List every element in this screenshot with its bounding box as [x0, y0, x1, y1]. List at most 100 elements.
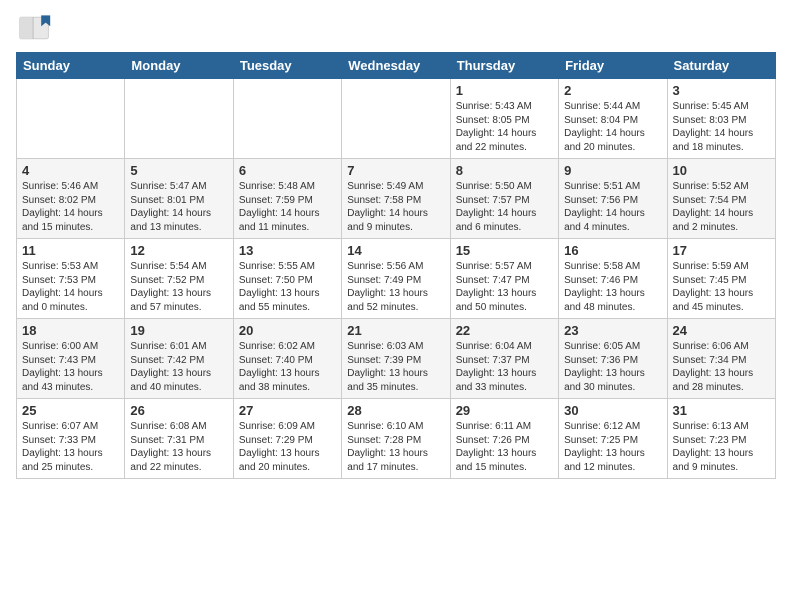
cell-info: Sunrise: 5:59 AM Sunset: 7:45 PM Dayligh…	[673, 260, 770, 314]
cell-date: 21	[347, 323, 444, 338]
calendar-cell: 9Sunrise: 5:51 AM Sunset: 7:56 PM Daylig…	[559, 159, 667, 239]
cell-date: 11	[22, 243, 119, 258]
cell-date: 16	[564, 243, 661, 258]
day-header-wednesday: Wednesday	[342, 53, 450, 79]
cell-info: Sunrise: 6:11 AM Sunset: 7:26 PM Dayligh…	[456, 420, 553, 474]
cell-date: 15	[456, 243, 553, 258]
cell-date: 29	[456, 403, 553, 418]
calendar-body: 1Sunrise: 5:43 AM Sunset: 8:05 PM Daylig…	[17, 79, 776, 479]
day-header-friday: Friday	[559, 53, 667, 79]
week-row-3: 18Sunrise: 6:00 AM Sunset: 7:43 PM Dayli…	[17, 319, 776, 399]
calendar-cell: 12 Sunrise: 5:54 AM Sunset: 7:52 PM Dayli…	[125, 239, 233, 319]
cell-info: Sunrise: 5:48 AM Sunset: 7:59 PM Dayligh…	[239, 180, 336, 234]
calendar-cell: 19Sunrise: 6:01 AM Sunset: 7:42 PM Dayli…	[125, 319, 233, 399]
calendar-header: SundayMondayTuesdayWednesdayThursdayFrid…	[17, 53, 776, 79]
calendar-cell: 17 Sunrise: 5:59 AM Sunset: 7:45 PM Dayli…	[667, 239, 775, 319]
cell-date: 25	[22, 403, 119, 418]
cell-info: Sunrise: 5:56 AM Sunset: 7:49 PM Dayligh…	[347, 260, 444, 314]
cell-info: Sunrise: 5:49 AM Sunset: 7:58 PM Dayligh…	[347, 180, 444, 234]
cell-info: Sunrise: 6:12 AM Sunset: 7:25 PM Dayligh…	[564, 420, 661, 474]
calendar-cell: 21 Sunrise: 6:03 AM Sunset: 7:39 PM Dayli…	[342, 319, 450, 399]
calendar-cell: 10 Sunrise: 5:52 AM Sunset: 7:54 PM Dayli…	[667, 159, 775, 239]
cell-date: 14	[347, 243, 444, 258]
cell-info: Sunrise: 5:52 AM Sunset: 7:54 PM Dayligh…	[673, 180, 770, 234]
cell-date: 24	[673, 323, 770, 338]
week-row-0: 1Sunrise: 5:43 AM Sunset: 8:05 PM Daylig…	[17, 79, 776, 159]
cell-info: Sunrise: 6:06 AM Sunset: 7:34 PM Dayligh…	[673, 340, 770, 394]
cell-info: Sunrise: 5:58 AM Sunset: 7:46 PM Dayligh…	[564, 260, 661, 314]
cell-info: Sunrise: 5:43 AM Sunset: 8:05 PM Dayligh…	[456, 100, 553, 154]
calendar-cell: 23Sunrise: 6:05 AM Sunset: 7:36 PM Dayli…	[559, 319, 667, 399]
calendar-cell: 25 Sunrise: 6:07 AM Sunset: 7:33 PM Dayli…	[17, 399, 125, 479]
cell-date: 5	[130, 163, 227, 178]
cell-date: 30	[564, 403, 661, 418]
logo-icon	[16, 10, 52, 46]
calendar-cell: 30 Sunrise: 6:12 AM Sunset: 7:25 PM Dayli…	[559, 399, 667, 479]
calendar-cell: 15Sunrise: 5:57 AM Sunset: 7:47 PM Dayli…	[450, 239, 558, 319]
calendar: SundayMondayTuesdayWednesdayThursdayFrid…	[16, 52, 776, 479]
week-row-4: 25 Sunrise: 6:07 AM Sunset: 7:33 PM Dayli…	[17, 399, 776, 479]
day-header-tuesday: Tuesday	[233, 53, 341, 79]
cell-date: 7	[347, 163, 444, 178]
cell-date: 12	[130, 243, 227, 258]
calendar-cell	[17, 79, 125, 159]
cell-date: 13	[239, 243, 336, 258]
cell-date: 23	[564, 323, 661, 338]
cell-info: Sunrise: 5:53 AM Sunset: 7:53 PM Dayligh…	[22, 260, 119, 314]
calendar-cell: 29 Sunrise: 6:11 AM Sunset: 7:26 PM Dayli…	[450, 399, 558, 479]
calendar-cell: 3Sunrise: 5:45 AM Sunset: 8:03 PM Daylig…	[667, 79, 775, 159]
calendar-cell: 22Sunrise: 6:04 AM Sunset: 7:37 PM Dayli…	[450, 319, 558, 399]
calendar-cell: 7 Sunrise: 5:49 AM Sunset: 7:58 PM Daylig…	[342, 159, 450, 239]
cell-info: Sunrise: 6:01 AM Sunset: 7:42 PM Dayligh…	[130, 340, 227, 394]
calendar-cell: 13 Sunrise: 5:55 AM Sunset: 7:50 PM Dayli…	[233, 239, 341, 319]
cell-info: Sunrise: 6:02 AM Sunset: 7:40 PM Dayligh…	[239, 340, 336, 394]
cell-info: Sunrise: 5:45 AM Sunset: 8:03 PM Dayligh…	[673, 100, 770, 154]
cell-info: Sunrise: 6:03 AM Sunset: 7:39 PM Dayligh…	[347, 340, 444, 394]
cell-info: Sunrise: 6:13 AM Sunset: 7:23 PM Dayligh…	[673, 420, 770, 474]
calendar-cell: 14 Sunrise: 5:56 AM Sunset: 7:49 PM Dayli…	[342, 239, 450, 319]
cell-date: 28	[347, 403, 444, 418]
day-header-saturday: Saturday	[667, 53, 775, 79]
calendar-cell: 24 Sunrise: 6:06 AM Sunset: 7:34 PM Dayli…	[667, 319, 775, 399]
day-header-thursday: Thursday	[450, 53, 558, 79]
cell-info: Sunrise: 6:07 AM Sunset: 7:33 PM Dayligh…	[22, 420, 119, 474]
calendar-cell: 31 Sunrise: 6:13 AM Sunset: 7:23 PM Dayli…	[667, 399, 775, 479]
page: SundayMondayTuesdayWednesdayThursdayFrid…	[0, 0, 792, 612]
week-row-1: 4 Sunrise: 5:46 AM Sunset: 8:02 PM Daylig…	[17, 159, 776, 239]
cell-info: Sunrise: 5:55 AM Sunset: 7:50 PM Dayligh…	[239, 260, 336, 314]
calendar-cell: 18Sunrise: 6:00 AM Sunset: 7:43 PM Dayli…	[17, 319, 125, 399]
cell-date: 4	[22, 163, 119, 178]
calendar-cell: 27 Sunrise: 6:09 AM Sunset: 7:29 PM Dayli…	[233, 399, 341, 479]
cell-date: 26	[130, 403, 227, 418]
cell-info: Sunrise: 5:51 AM Sunset: 7:56 PM Dayligh…	[564, 180, 661, 234]
cell-date: 31	[673, 403, 770, 418]
cell-info: Sunrise: 6:10 AM Sunset: 7:28 PM Dayligh…	[347, 420, 444, 474]
calendar-cell	[125, 79, 233, 159]
calendar-cell: 8Sunrise: 5:50 AM Sunset: 7:57 PM Daylig…	[450, 159, 558, 239]
cell-info: Sunrise: 5:47 AM Sunset: 8:01 PM Dayligh…	[130, 180, 227, 234]
cell-date: 10	[673, 163, 770, 178]
calendar-cell: 11 Sunrise: 5:53 AM Sunset: 7:53 PM Dayli…	[17, 239, 125, 319]
cell-date: 18	[22, 323, 119, 338]
day-header-sunday: Sunday	[17, 53, 125, 79]
calendar-cell: 4 Sunrise: 5:46 AM Sunset: 8:02 PM Daylig…	[17, 159, 125, 239]
calendar-cell: 6 Sunrise: 5:48 AM Sunset: 7:59 PM Daylig…	[233, 159, 341, 239]
cell-info: Sunrise: 6:04 AM Sunset: 7:37 PM Dayligh…	[456, 340, 553, 394]
cell-info: Sunrise: 6:08 AM Sunset: 7:31 PM Dayligh…	[130, 420, 227, 474]
cell-date: 17	[673, 243, 770, 258]
logo	[16, 10, 56, 46]
cell-date: 6	[239, 163, 336, 178]
calendar-cell: 26 Sunrise: 6:08 AM Sunset: 7:31 PM Dayli…	[125, 399, 233, 479]
cell-info: Sunrise: 5:54 AM Sunset: 7:52 PM Dayligh…	[130, 260, 227, 314]
cell-info: Sunrise: 5:46 AM Sunset: 8:02 PM Dayligh…	[22, 180, 119, 234]
calendar-cell: 16 Sunrise: 5:58 AM Sunset: 7:46 PM Dayli…	[559, 239, 667, 319]
calendar-cell: 5 Sunrise: 5:47 AM Sunset: 8:01 PM Daylig…	[125, 159, 233, 239]
calendar-cell	[233, 79, 341, 159]
cell-info: Sunrise: 6:09 AM Sunset: 7:29 PM Dayligh…	[239, 420, 336, 474]
cell-date: 27	[239, 403, 336, 418]
header	[16, 10, 776, 46]
cell-date: 2	[564, 83, 661, 98]
cell-info: Sunrise: 5:44 AM Sunset: 8:04 PM Dayligh…	[564, 100, 661, 154]
calendar-cell: 2 Sunrise: 5:44 AM Sunset: 8:04 PM Daylig…	[559, 79, 667, 159]
calendar-cell: 20Sunrise: 6:02 AM Sunset: 7:40 PM Dayli…	[233, 319, 341, 399]
